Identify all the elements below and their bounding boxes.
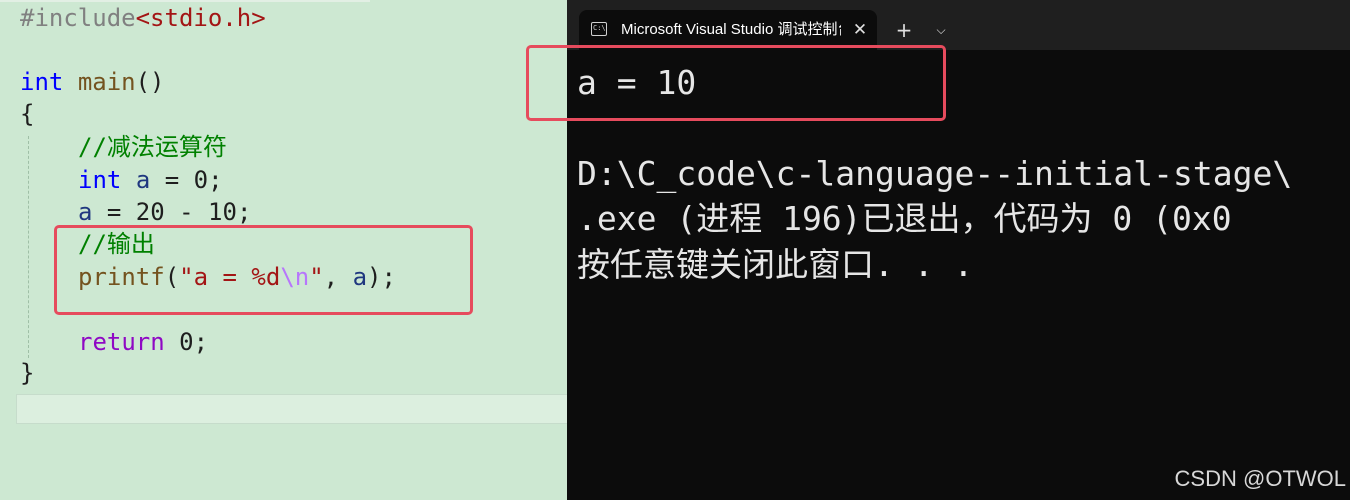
keyword-return: return	[78, 328, 165, 356]
code-line-assignment[interactable]: a = 20 - 10;	[78, 197, 251, 227]
main-parens: ()	[135, 68, 165, 96]
keyword-int-decl: int	[78, 166, 122, 194]
code-editor[interactable]: #include<stdio.h> int main() { //减法运算符 i…	[0, 0, 570, 500]
new-tab-button[interactable]: +	[892, 10, 916, 50]
csdn-watermark: CSDN @OTWOL	[1174, 466, 1346, 491]
tab-title: Microsoft Visual Studio 调试控制台	[621, 21, 841, 38]
include-directive: #include	[20, 4, 136, 32]
code-line-open-brace[interactable]: {	[20, 99, 34, 129]
code-line-include[interactable]: #include<stdio.h>	[20, 3, 266, 33]
highlight-box-printf	[54, 225, 473, 315]
return-rest: 0;	[164, 328, 209, 356]
include-header: <stdio.h>	[135, 4, 266, 32]
code-line-main[interactable]: int main()	[20, 67, 165, 97]
editor-top-border	[0, 0, 370, 2]
chevron-down-icon[interactable]: ⌵	[931, 10, 951, 50]
terminal-exit-line-3: 按任意键关闭此窗口. . .	[577, 245, 974, 284]
keyword-int: int	[20, 68, 64, 96]
function-main: main	[77, 68, 136, 96]
assign-rest: = 20 - 10;	[92, 198, 252, 226]
console-icon: C:\	[591, 22, 607, 36]
comment-subtract[interactable]: //减法运算符	[78, 132, 227, 162]
highlight-box-output	[526, 45, 946, 121]
terminal-exit-line-2: .exe (进程 196)已退出，代码为 0 (0x0	[577, 199, 1232, 238]
code-line-close-brace[interactable]: }	[20, 358, 34, 388]
code-line-return[interactable]: return 0;	[78, 327, 208, 357]
decl-rest: = 0;	[150, 166, 223, 194]
tab-debug-console[interactable]: C:\ Microsoft Visual Studio 调试控制台 ✕	[579, 10, 877, 50]
terminal-exit-line-1: D:\C_code\c-language--initial-stage\	[577, 154, 1293, 193]
variable-a-assign: a	[78, 198, 93, 226]
indent-guide	[28, 136, 29, 358]
current-line-highlight[interactable]	[16, 394, 570, 424]
terminal-titlebar[interactable]: C:\ Microsoft Visual Studio 调试控制台 ✕ + ⌵	[567, 0, 1350, 50]
close-icon[interactable]: ✕	[847, 10, 873, 50]
variable-a: a	[135, 166, 151, 194]
code-line-declaration[interactable]: int a = 0;	[78, 165, 223, 195]
